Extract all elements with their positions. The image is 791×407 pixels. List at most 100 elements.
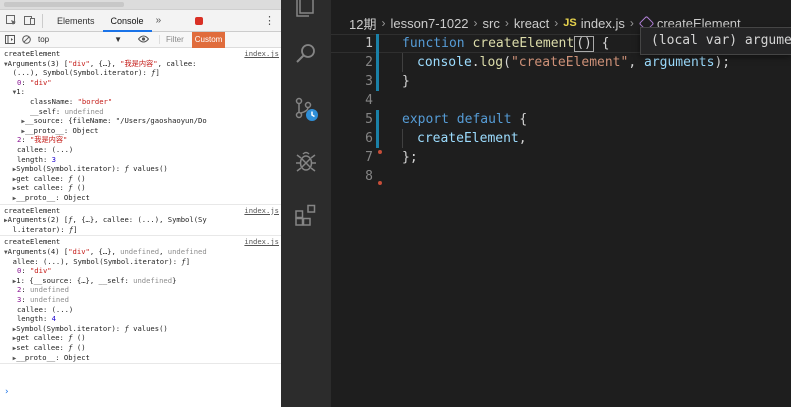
console-object-line[interactable]: ▼1:: [0, 87, 281, 97]
debug-icon[interactable]: [293, 148, 319, 174]
line-number: 8: [365, 169, 373, 184]
breadcrumb-item-lesson7[interactable]: lesson7-1022: [390, 16, 468, 31]
console-object-line[interactable]: ▶get callee: ƒ (): [0, 333, 281, 343]
console-object-line: __self: undefined: [4, 106, 104, 116]
line-number: 6: [365, 131, 373, 146]
deleted-line-marker: [378, 181, 382, 185]
inspect-element-icon[interactable]: [4, 15, 18, 27]
console-object-line[interactable]: ▶Symbol(Symbol.iterator): ƒ values(): [0, 324, 281, 334]
clear-console-icon[interactable]: [20, 35, 32, 45]
context-arrow-icon: ▼: [114, 35, 122, 44]
code-line-5: export default {: [402, 110, 527, 129]
console-object-line[interactable]: ▶__proto__: Object: [0, 353, 281, 363]
live-expression-eye-icon[interactable]: [137, 35, 150, 45]
breadcrumb-item-12[interactable]: 12期: [349, 14, 376, 33]
indent-guide: [402, 53, 403, 72]
source-link[interactable]: index.js: [244, 205, 281, 216]
console-object-line: 2: "我是内容": [16, 135, 68, 145]
keyword-token: default: [456, 112, 512, 127]
modified-line-marker: [376, 34, 379, 53]
source-link[interactable]: index.js: [244, 49, 281, 59]
line-number: 7: [365, 150, 373, 165]
line-number: 4: [365, 93, 373, 108]
devtools-menu-icon[interactable]: ⋮: [264, 14, 275, 27]
modified-line-marker: [376, 110, 379, 129]
log-levels-dropdown[interactable]: Custom: [191, 31, 226, 48]
context-value: top: [38, 35, 50, 44]
extensions-icon[interactable]: [293, 202, 319, 228]
console-object-line[interactable]: ▶set callee: ƒ (): [0, 183, 281, 193]
keyword-token: function: [402, 36, 465, 51]
console-message-header: createElement index.js: [4, 49, 281, 59]
line-number: 1: [365, 36, 373, 51]
console-output: createElement index.js ▼Arguments(3) ["div…: [0, 48, 281, 407]
console-object-line: (...), Symbol(Symbol.iterator): ƒ]: [4, 68, 160, 78]
sidebar-toggle-icon[interactable]: [4, 35, 16, 45]
console-object-line: 0: "div": [16, 77, 52, 87]
console-object-line[interactable]: ▶set callee: ƒ (): [0, 343, 281, 353]
chevron-right-icon: ›: [473, 16, 478, 30]
console-object-line: allee: (...), Symbol(Symbol.iterator): ƒ…: [4, 256, 191, 266]
explorer-icon[interactable]: [293, 0, 319, 18]
console-object-line[interactable]: ▶Symbol(Symbol.iterator): ƒ values(): [0, 164, 281, 174]
devtools-tab-bar: Elements Console » ⋮: [0, 10, 281, 32]
toolbar-divider: [42, 13, 43, 28]
code-editor[interactable]: 1 2 3 4 5 6 7 8 function createElement()…: [331, 32, 791, 407]
tab-console[interactable]: Console: [102, 10, 152, 32]
modified-line-marker: [376, 129, 379, 148]
chevron-right-icon: ›: [629, 16, 634, 30]
error-badge[interactable]: [195, 16, 204, 25]
brace-token: {: [593, 36, 610, 51]
device-toolbar-icon[interactable]: [22, 15, 36, 27]
keyword-token: export: [402, 112, 449, 127]
console-object-line[interactable]: ▶Arguments(2) [ƒ, {…}, callee: (...), Sy…: [0, 215, 281, 225]
hover-tooltip: (local var) arguments: [640, 27, 791, 55]
console-object-line[interactable]: ▶__proto__: Object: [0, 193, 281, 203]
code-line-3: }: [402, 74, 410, 89]
console-object-line: 3: undefined: [16, 295, 69, 304]
dot-token: .: [471, 55, 480, 70]
console-object-line[interactable]: ▶__source: {fileName: "/Users/gaoshaoyun…: [0, 116, 281, 126]
message-divider: [0, 363, 281, 365]
code-line-6: createElement,: [417, 129, 527, 148]
breadcrumb-item-kreact[interactable]: kreact: [514, 16, 549, 31]
console-object-line: callee: (...): [4, 145, 74, 154]
paren-token: (: [576, 36, 585, 51]
indent-guide: [402, 129, 403, 148]
chevron-right-icon: ›: [381, 16, 386, 30]
function-name-token: createElement: [472, 36, 575, 51]
tab-elements[interactable]: Elements: [49, 10, 103, 32]
line-number: 5: [365, 112, 373, 127]
console-object-line[interactable]: ▶get callee: ƒ (): [0, 174, 281, 184]
message-divider: [0, 203, 281, 205]
vscode-window: 12期 › lesson7-1022 › src › kreact › JS i…: [281, 0, 791, 407]
console-object-line[interactable]: ▼Arguments(4) ["div", {…}, undefined, un…: [0, 247, 281, 257]
devtools-panel: Elements Console » ⋮ top ▼ Filter Custom…: [0, 0, 281, 407]
console-object-line[interactable]: ▼Arguments(3) ["div", {…}, "我是内容", calle…: [0, 59, 281, 69]
code-line-2: console.log("createElement", arguments);: [417, 53, 730, 72]
paren-token: ): [584, 36, 592, 51]
console-prompt[interactable]: ›: [4, 387, 9, 397]
more-tabs-button[interactable]: »: [152, 15, 166, 26]
console-object-line: length: 3: [4, 154, 56, 164]
source-link[interactable]: index.js: [244, 237, 281, 248]
arguments-token[interactable]: arguments: [644, 55, 714, 70]
modified-line-marker: [376, 53, 379, 72]
breadcrumb-item-file[interactable]: index.js: [581, 16, 625, 31]
console-object-line[interactable]: ▶__proto__: Object: [0, 126, 281, 136]
browser-chrome-placeholder: [4, 2, 124, 7]
breadcrumb-item-src[interactable]: src: [483, 16, 500, 31]
console-object-line: 0: "div": [16, 266, 52, 276]
line-number: 2: [365, 55, 373, 70]
activity-bar: [281, 0, 331, 407]
context-selector[interactable]: top ▼: [38, 35, 128, 44]
console-object-line[interactable]: ▶1: {__source: {…}, __self: undefined}: [0, 276, 281, 286]
comma-token: ,: [518, 131, 527, 146]
code-line-7: };: [402, 150, 418, 165]
console-object-line: callee: (...): [4, 304, 74, 314]
source-control-icon[interactable]: [293, 96, 319, 122]
modified-line-marker: [376, 72, 379, 91]
console-object-line: className: "border": [4, 97, 113, 106]
filter-input[interactable]: Filter: [159, 35, 184, 44]
search-icon[interactable]: [293, 40, 319, 66]
